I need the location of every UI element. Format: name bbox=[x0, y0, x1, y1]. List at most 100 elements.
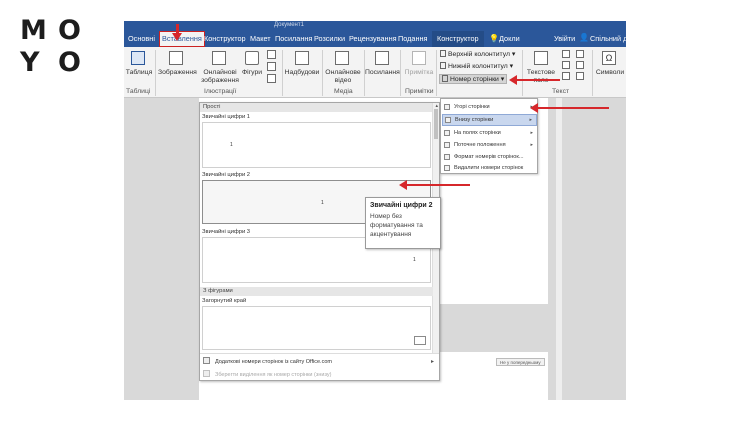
online-pictures-label-2: зображення bbox=[201, 77, 239, 84]
menu-item-label: Видалити номери сторінок bbox=[454, 165, 524, 171]
bottom-of-page-icon bbox=[445, 117, 451, 123]
object-icon[interactable] bbox=[576, 72, 584, 80]
gallery-divider bbox=[200, 353, 439, 354]
signature-icon[interactable] bbox=[576, 50, 584, 58]
menu-item-label: Угорі сторінки bbox=[454, 104, 490, 110]
ribbon-tabs: Основні Вставлення Конструктор Макет Пос… bbox=[124, 31, 626, 47]
top-of-page-icon bbox=[444, 104, 450, 110]
datetime-icon[interactable] bbox=[576, 61, 584, 69]
tab-view[interactable]: Подання bbox=[398, 31, 427, 47]
online-video-label-2: відео bbox=[334, 77, 352, 84]
submenu-arrow-icon: ▸ bbox=[529, 117, 532, 123]
red-arrow-bottom-of-page bbox=[530, 103, 609, 113]
share-button[interactable]: Спільний д bbox=[590, 31, 626, 47]
red-arrow-down-insert-tab bbox=[172, 24, 182, 41]
group-separator bbox=[400, 50, 401, 96]
scroll-up-icon[interactable]: ▴ bbox=[435, 103, 438, 109]
textbox-icon bbox=[534, 51, 548, 65]
wordart-icon[interactable] bbox=[562, 61, 570, 69]
gallery-item-page-curl[interactable] bbox=[202, 306, 431, 350]
chart-icon[interactable] bbox=[267, 62, 276, 71]
submenu-arrow-icon: ▸ bbox=[530, 142, 533, 148]
menu-item-remove-page-numbers[interactable]: Видалити номери сторінок bbox=[442, 162, 537, 174]
gallery-item-title: Звичайні цифри 2 bbox=[202, 172, 251, 178]
smartart-icon[interactable] bbox=[267, 50, 276, 59]
sign-in-link[interactable]: Увійти bbox=[554, 31, 575, 47]
video-icon bbox=[335, 51, 349, 65]
tab-layout[interactable]: Макет bbox=[250, 31, 271, 47]
tab-mailings[interactable]: Розсилки bbox=[314, 31, 345, 47]
tooltip-title: Звичайні цифри 2 bbox=[370, 202, 433, 209]
tab-review[interactable]: Рецензування bbox=[349, 31, 397, 47]
tab-home[interactable]: Основні bbox=[128, 31, 155, 47]
menu-item-page-margins[interactable]: На полях сторінки ▸ bbox=[442, 127, 537, 139]
menu-item-top-of-page[interactable]: Угорі сторінки▸ bbox=[442, 101, 537, 113]
header-button-label: Верхній колонтитул bbox=[448, 51, 510, 58]
menu-item-current-position[interactable]: Поточне положення ▸ bbox=[442, 139, 537, 151]
shapes-icon bbox=[245, 51, 259, 65]
remove-icon bbox=[444, 165, 450, 171]
moyo-logo: M O Y O bbox=[20, 14, 81, 78]
gallery-section-shapes: З фігурами bbox=[200, 287, 433, 296]
gallery-item-title: Звичайні цифри 1 bbox=[202, 114, 251, 120]
ribbon-panel: Таблиця Таблиці Зображення Онлайнові зоб… bbox=[124, 47, 626, 98]
online-pictures-label-1: Онлайнові bbox=[203, 69, 237, 76]
menu-item-label: Поточне положення bbox=[454, 142, 506, 148]
title-bar: Документ1 bbox=[124, 21, 626, 31]
link-icon bbox=[375, 51, 389, 65]
page-number-icon bbox=[442, 75, 448, 82]
group-label-text: Текст bbox=[552, 88, 570, 95]
word-screenshot: Документ1 Основні Вставлення Конструктор… bbox=[124, 21, 626, 400]
shapes-button-label: Фігури bbox=[241, 69, 263, 76]
screenshot-icon[interactable] bbox=[267, 74, 276, 83]
red-arrow-page-number bbox=[509, 75, 560, 85]
gallery-item-number: 1 bbox=[321, 200, 324, 206]
addins-icon bbox=[295, 51, 309, 65]
tab-references[interactable]: Посилання bbox=[275, 31, 312, 47]
header-icon bbox=[440, 50, 446, 57]
submenu-arrow-icon: ▸ bbox=[430, 359, 434, 365]
page-number-button-label: Номер сторінки bbox=[450, 76, 499, 83]
header-button[interactable]: Верхній колонтитул ▾ bbox=[440, 50, 515, 60]
person-icon: 👤 bbox=[579, 33, 589, 42]
page-margins-icon bbox=[444, 130, 450, 136]
gallery-item-number: 1 bbox=[413, 257, 416, 263]
pictures-button-label: Зображення bbox=[158, 69, 197, 76]
lightbulb-icon: 💡 bbox=[489, 34, 499, 43]
tab-header-footer-design[interactable]: Конструктор bbox=[432, 31, 484, 47]
page-curl-icon bbox=[414, 336, 426, 345]
picture-icon bbox=[169, 51, 183, 65]
group-separator bbox=[436, 50, 437, 96]
footer-button[interactable]: Нижній колонтитул ▾ bbox=[440, 62, 513, 72]
more-page-numbers-link[interactable]: Додаткові номери сторінок із сайту Offic… bbox=[201, 356, 438, 368]
tab-design[interactable]: Конструктор bbox=[204, 31, 246, 47]
scrollbar-thumb[interactable] bbox=[434, 109, 438, 139]
save-selection-label: Зберегти виділення як номер сторінки (зн… bbox=[215, 372, 332, 378]
menu-item-bottom-of-page[interactable]: Внизу сторінки ▸ bbox=[442, 114, 537, 126]
previous-section-badge: Не у попередньому bbox=[496, 358, 545, 366]
menu-item-label: На полях сторінки bbox=[454, 130, 501, 136]
tab-tell-me[interactable]: Докли bbox=[499, 31, 520, 47]
textbox-button-label: Текстове bbox=[526, 69, 556, 76]
page: M O Y O Документ1 Основні Вставлення Кон… bbox=[0, 0, 750, 422]
footer-button-label: Нижній колонтитул bbox=[448, 63, 508, 70]
submenu-arrow-icon: ▸ bbox=[530, 130, 533, 136]
dropcap-icon[interactable] bbox=[562, 72, 570, 80]
quick-parts-icon[interactable] bbox=[562, 50, 570, 58]
group-separator bbox=[592, 50, 593, 96]
logo-letter: O bbox=[58, 15, 101, 46]
symbols-button-label: Символи bbox=[595, 69, 625, 76]
gallery-tooltip: Звичайні цифри 2 Номер без форматування … bbox=[365, 197, 441, 249]
gallery-item-plain-number-1[interactable]: 1 bbox=[202, 122, 431, 168]
page-number-button[interactable]: Номер сторінки ▾ bbox=[439, 74, 508, 84]
addins-button-label: Надбудови bbox=[284, 69, 320, 76]
vertical-scrollbar[interactable] bbox=[556, 98, 562, 400]
gallery-item-number: 1 bbox=[230, 142, 233, 148]
gallery-item-title: Звичайні цифри 3 bbox=[202, 229, 251, 235]
page-number-menu: Угорі сторінки▸ Внизу сторінки▸ На полях… bbox=[440, 98, 538, 174]
group-separator bbox=[155, 50, 156, 96]
document-title: Документ1 bbox=[274, 22, 304, 28]
format-icon bbox=[444, 154, 450, 160]
menu-item-label: Внизу сторінки bbox=[455, 117, 494, 123]
table-icon bbox=[131, 51, 145, 65]
